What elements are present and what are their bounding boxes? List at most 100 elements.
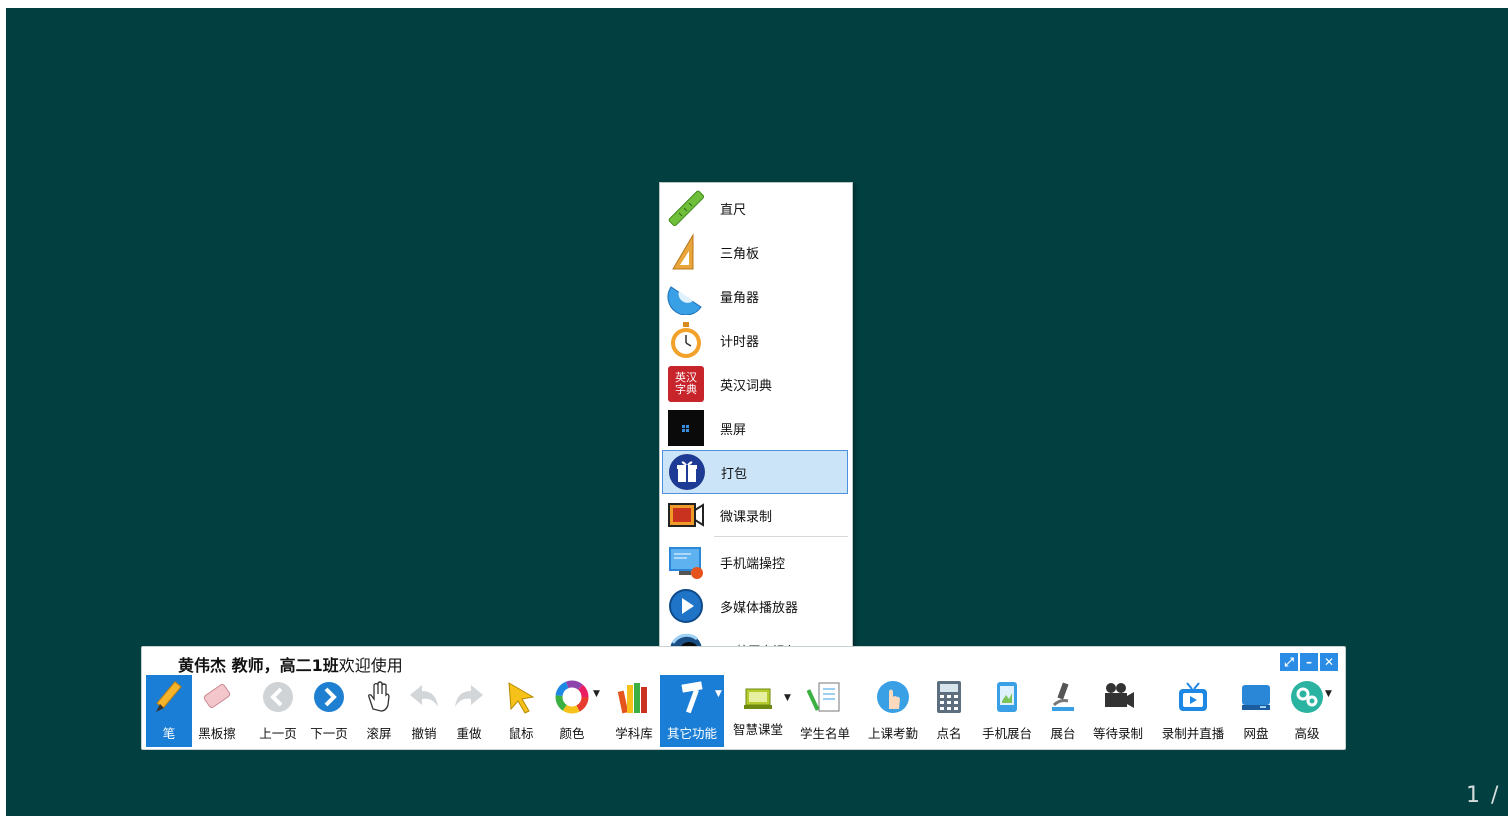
pen-button[interactable]: 笔 (146, 675, 192, 747)
restore-icon[interactable]: ⤢ (1280, 653, 1298, 671)
camera-icon (1098, 677, 1138, 717)
smart-class-dropdown-icon[interactable]: ▼ (784, 693, 791, 703)
button-label: 高级 (1294, 726, 1320, 741)
video-record-icon (666, 495, 706, 535)
button-label: 滚屏 (366, 726, 392, 741)
visualizer-button[interactable]: 展台 (1043, 675, 1083, 747)
button-label: 等待录制 (1092, 726, 1143, 741)
other-functions-button[interactable]: 其它功能 ▼ (660, 675, 724, 747)
color-button[interactable]: 颜色 ▼ (546, 675, 600, 747)
button-label: 鼠标 (508, 726, 534, 741)
scroll-button[interactable]: 滚屏 (356, 675, 402, 747)
advanced-button[interactable]: 高级 ▼ (1282, 675, 1332, 747)
pen-icon (149, 677, 189, 717)
protractor-icon (666, 276, 706, 316)
other-functions-menu: 直尺 三角板 量角器 计时器 英汉字典 英汉词典 黑屏 打包 微课录制 手机端操… (659, 182, 853, 675)
roll-call-icon (929, 677, 969, 717)
page-indicator: 1 / 1 (1466, 783, 1508, 808)
set-square-icon (666, 232, 706, 272)
button-label: 下一页 (310, 726, 348, 741)
main-toolbar: 黄伟杰 教师，高二1班欢迎使用 ⤢ – ✕ 笔 黑板擦 上一页 下一页 滚屏 撤… (141, 646, 1346, 750)
next-page-icon (309, 677, 349, 717)
menu-item-label: 英汉词典 (720, 378, 773, 394)
attendance-button[interactable]: 上课考勤 (862, 675, 924, 747)
dictionary-icon: 英汉字典 (666, 364, 706, 404)
menu-item-protractor[interactable]: 量角器 (662, 275, 848, 317)
subject-library-button[interactable]: 学科库 (608, 675, 660, 747)
button-label: 学生名单 (799, 726, 850, 741)
settings-icon (1287, 677, 1327, 717)
prev-page-button[interactable]: 上一页 (254, 675, 302, 747)
cloud-drive-button[interactable]: 网盘 (1234, 675, 1278, 747)
button-label: 智慧课堂 (732, 722, 783, 737)
window-controls: ⤢ – ✕ (1280, 653, 1338, 671)
welcome-suffix: 欢迎使用 (338, 656, 403, 675)
button-label: 展台 (1050, 726, 1076, 741)
menu-item-timer[interactable]: 计时器 (662, 319, 848, 361)
menu-item-label: 手机端操控 (720, 556, 786, 572)
student-list-icon (805, 677, 845, 717)
menu-item-ruler[interactable]: 直尺 (662, 187, 848, 229)
menu-item-label: 黑屏 (720, 422, 747, 438)
button-label: 其它功能 (666, 726, 717, 741)
microscope-icon (1043, 677, 1083, 717)
wait-record-button[interactable]: 等待录制 (1086, 675, 1150, 747)
smart-class-button[interactable]: 智慧课堂 ▼ (728, 675, 791, 747)
close-icon[interactable]: ✕ (1320, 653, 1338, 671)
other-functions-dropdown-icon[interactable]: ▼ (715, 689, 722, 699)
smart-class-icon (738, 677, 778, 717)
menu-item-package[interactable]: 打包 (662, 450, 848, 494)
menu-item-label: 三角板 (720, 246, 760, 262)
mouse-button[interactable]: 鼠标 (497, 675, 545, 747)
dictionary-icon-text: 英汉字典 (668, 366, 704, 402)
button-label: 黑板擦 (198, 726, 236, 741)
advanced-dropdown-icon[interactable]: ▼ (1325, 689, 1332, 699)
button-label: 学科库 (615, 726, 653, 741)
live-tv-icon (1173, 677, 1213, 717)
eraser-icon (197, 677, 237, 717)
prev-page-icon (258, 677, 298, 717)
menu-item-label: 计时器 (720, 334, 760, 350)
menu-item-phone-control[interactable]: 手机端操控 (662, 541, 848, 583)
button-label: 重做 (456, 726, 482, 741)
menu-item-label: 量角器 (720, 290, 760, 306)
color-wheel-icon (552, 677, 592, 717)
button-label: 撤销 (411, 726, 437, 741)
record-live-button[interactable]: 录制并直播 (1156, 675, 1230, 747)
stopwatch-icon (666, 320, 706, 360)
menu-item-micro-lesson[interactable]: 微课录制 (662, 494, 848, 536)
gift-package-icon (667, 452, 707, 492)
tools-icon (672, 677, 712, 717)
redo-button[interactable]: 重做 (445, 675, 493, 747)
menu-item-black-screen[interactable]: 黑屏 (662, 407, 848, 449)
eraser-button[interactable]: 黑板擦 (192, 675, 242, 747)
hand-scroll-icon (359, 677, 399, 717)
phone-display-button[interactable]: 手机展台 (976, 675, 1038, 747)
undo-icon (404, 677, 444, 717)
welcome-text: 黄伟杰 教师，高二1班欢迎使用 (178, 652, 403, 676)
color-dropdown-icon[interactable]: ▼ (593, 689, 600, 699)
menu-item-label: 打包 (721, 466, 748, 482)
cursor-icon (501, 677, 541, 717)
menu-item-dictionary[interactable]: 英汉字典 英汉词典 (662, 363, 848, 405)
menu-item-label: 直尺 (720, 202, 747, 218)
undo-button[interactable]: 撤销 (400, 675, 448, 747)
media-player-icon (666, 586, 706, 626)
minimize-icon[interactable]: – (1300, 653, 1318, 671)
button-label: 颜色 (559, 726, 585, 741)
button-label: 网盘 (1243, 726, 1269, 741)
ruler-icon (666, 188, 706, 228)
student-list-button[interactable]: 学生名单 (794, 675, 856, 747)
menu-separator (714, 536, 848, 537)
books-icon (614, 677, 654, 717)
phone-display-icon (987, 677, 1027, 717)
menu-item-set-square[interactable]: 三角板 (662, 231, 848, 273)
button-label: 手机展台 (981, 726, 1032, 741)
next-page-button[interactable]: 下一页 (305, 675, 353, 747)
roll-call-button[interactable]: 点名 (930, 675, 968, 747)
menu-item-media-player[interactable]: 多媒体播放器 (662, 585, 848, 627)
attendance-icon (873, 677, 913, 717)
black-screen-icon (666, 408, 706, 448)
button-label: 录制并直播 (1161, 726, 1225, 741)
button-label: 上一页 (259, 726, 297, 741)
